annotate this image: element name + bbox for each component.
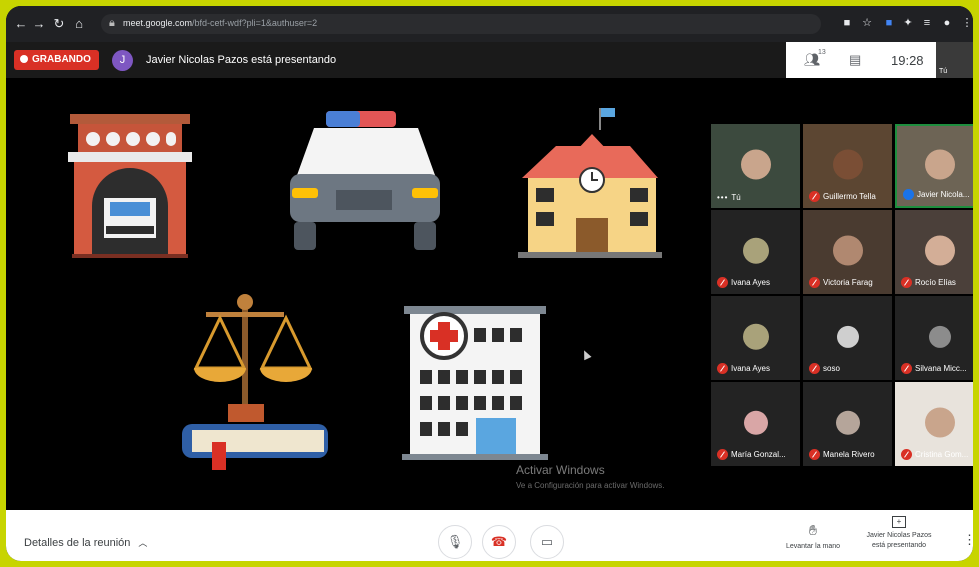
hang-up-icon: ☎︎ [490,534,508,549]
present-screen-icon: + [892,516,906,528]
participant-tile[interactable]: Guillermo Tella [803,124,892,208]
record-dot-icon [20,55,28,63]
puzzle-icon[interactable]: ✦ [902,17,914,29]
windows-activation-title: Activar Windows [516,463,605,477]
participant-tile-active-speaker[interactable]: Javier Nicola... [895,124,973,208]
participant-count: 13 [818,49,826,56]
windows-activation-subtitle: Ve a Configuración para activar Windows. [516,481,665,490]
hand-icon: ✋︎ [809,522,817,538]
mic-off-icon [717,449,728,460]
participant-avatar [835,410,860,435]
clock: 19:28 [891,53,924,68]
self-thumbnail: Tú [936,42,973,78]
hospital-icon [402,306,548,460]
school-icon [518,108,662,258]
participant-video [740,149,771,180]
chevron-up-icon: ︿ [138,538,148,548]
recording-badge: GRABANDO [14,50,99,70]
participant-tile[interactable]: soso [803,296,892,380]
raise-hand-button[interactable]: ✋︎ Levantar la mano [780,522,846,550]
participant-avatar [836,325,859,348]
participant-video [924,407,955,438]
participant-tile[interactable]: Ivana Ayes [711,210,800,294]
participant-tile[interactable]: Cristina Gom... [895,382,973,466]
mic-off-icon [809,363,820,374]
participant-grid: ••• Tú Guillermo Tella Javier Nicola... I… [711,78,973,510]
presenting-text: Javier Nicolas Pazos está presentando [146,54,337,66]
participant-avatar [742,237,769,264]
speaking-icon [903,189,914,200]
reload-icon[interactable]: ↻ [52,17,66,31]
presenting-status-button[interactable]: + Javier Nicolas Pazos está presentando [859,516,939,551]
mic-off-icon [901,277,912,288]
media-icon[interactable]: ≡ [921,17,933,29]
microphone-button[interactable]: 🎙︎ [438,525,472,559]
participant-video [924,235,955,266]
fire-station-icon [68,114,192,258]
more-options-icon[interactable]: ⋮ [963,532,973,548]
more-options-icon[interactable]: ••• [717,193,728,202]
mic-off-icon [717,363,728,374]
participant-tile[interactable]: Manela Rivero [803,382,892,466]
camera-indicator-icon[interactable]: ■ [841,17,853,29]
url-text: meet.google.com/bfd-cetf-wdf?pli=1&authu… [123,18,318,28]
camera-icon: ▭ [540,534,554,549]
back-arrow-icon[interactable]: ← [14,17,28,31]
camera-button[interactable]: ▭ [530,525,564,559]
participant-avatar [743,410,768,435]
forward-arrow-icon[interactable]: → [32,17,46,31]
participant-tile[interactable]: Rocío Elías [895,210,973,294]
lock-icon: 🔒︎ [109,17,115,29]
browser-toolbar: ← → ↻ ⌂ 🔒︎ meet.google.com/bfd-cetf-wdf?… [6,6,973,42]
chat-icon[interactable]: ▤ [849,52,861,68]
participant-tile[interactable]: María Gonzal... [711,382,800,466]
presentation-slide [68,108,662,470]
screenshot-frame: ← → ↻ ⌂ 🔒︎ meet.google.com/bfd-cetf-wdf?… [3,3,976,564]
police-car-icon [290,111,440,250]
self-thumbnail-label: Tú [939,68,948,75]
participant-video [924,149,955,180]
mic-off-icon [901,449,912,460]
mic-off-icon [809,277,820,288]
leave-call-button[interactable]: ☎︎ [482,525,516,559]
presenter-avatar: J [112,50,133,71]
address-bar[interactable]: 🔒︎ meet.google.com/bfd-cetf-wdf?pli=1&au… [101,14,821,34]
participant-avatar [742,323,769,350]
mic-off-icon [809,191,820,202]
participant-video [832,149,863,180]
participant-tile[interactable]: Silvana Micc... [895,296,973,380]
participant-tile[interactable]: Ivana Ayes [711,296,800,380]
meeting-details-button[interactable]: Detalles de la reunión ︿ [24,536,147,549]
star-icon[interactable]: ☆ [861,17,873,29]
participant-tile[interactable]: Victoria Farag [803,210,892,294]
home-icon[interactable]: ⌂ [72,17,86,31]
participant-avatar [928,325,951,348]
mic-off-icon [809,449,820,460]
microphone-icon: 🎙︎ [446,534,464,549]
extension-icon[interactable]: ■ [883,17,895,29]
scales-of-justice-icon [182,294,328,470]
participant-video [832,235,863,266]
profile-icon[interactable]: ● [941,17,953,29]
presentation-stage: Activar Windows Ve a Configuración para … [6,78,711,510]
meet-bottom-bar: Detalles de la reunión ︿ 🎙︎ ☎︎ ▭ ✋︎ Levant… [6,510,973,561]
mic-off-icon [901,363,912,374]
mic-off-icon [717,277,728,288]
menu-icon[interactable]: ⋮ [961,17,973,29]
participant-tile[interactable]: ••• Tú [711,124,800,208]
